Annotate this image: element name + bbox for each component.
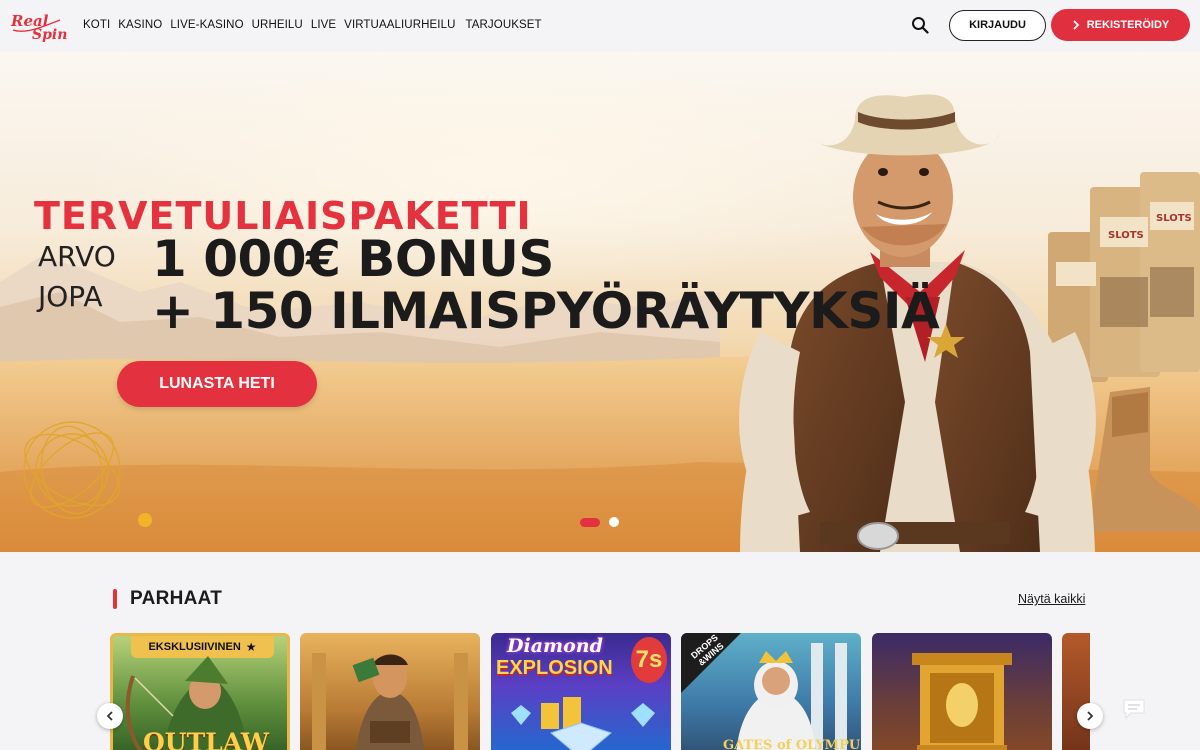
nav-tarjoukset[interactable]: TARJOUKSET bbox=[465, 19, 541, 31]
header-actions: KIRJAUDU REKISTERÖIDY bbox=[907, 9, 1190, 41]
chevron-right-icon bbox=[1073, 20, 1080, 30]
svg-text:Spin: Spin bbox=[32, 27, 67, 42]
nav-koti[interactable]: KOTI bbox=[83, 19, 110, 31]
game-art bbox=[912, 653, 1012, 750]
game-card[interactable]: Diamond EXPLOSION 7s bbox=[491, 633, 671, 750]
chevron-right-icon bbox=[1087, 711, 1094, 721]
carousel-dot[interactable] bbox=[609, 517, 619, 527]
hero-headline-2: + 150 ILMAISPYÖRÄYTYKSIÄ bbox=[152, 282, 940, 340]
nav-live[interactable]: LIVE bbox=[311, 19, 336, 31]
game-card[interactable] bbox=[300, 633, 480, 750]
nav-urheilu[interactable]: URHEILU bbox=[252, 19, 303, 31]
hero-banner[interactable]: SLOTS SLOTS TERVETULIAISPAKETTI ARVO JOP… bbox=[0, 52, 1200, 552]
main-nav: KOTI KASINO LIVE-KASINO URHEILU LIVE VIR… bbox=[83, 19, 542, 31]
game-card[interactable]: EKSKLUSIIVINEN ★ OUTLAW bbox=[110, 633, 290, 750]
game-title: OUTLAW bbox=[143, 728, 269, 750]
nav-virtuaaliurheilu[interactable]: VIRTUAALIURHEILU bbox=[344, 19, 455, 31]
hero-headline-1: 1 000€ BONUS bbox=[152, 230, 554, 288]
hero-pre-line-2: JOPA bbox=[38, 280, 103, 313]
game-card[interactable] bbox=[872, 633, 1052, 750]
register-label: REKISTERÖIDY bbox=[1086, 19, 1170, 31]
login-button[interactable]: KIRJAUDU bbox=[949, 9, 1046, 41]
svg-text:GATES of OLYMPUS: GATES of OLYMPUS bbox=[723, 738, 861, 750]
register-button[interactable]: REKISTERÖIDY bbox=[1051, 9, 1190, 41]
site-logo[interactable]: Real Spin bbox=[10, 8, 72, 42]
hero-pre-line-1: ARVO bbox=[38, 240, 116, 273]
search-icon[interactable] bbox=[907, 12, 933, 38]
carousel-dots bbox=[580, 517, 619, 527]
game-art bbox=[312, 653, 468, 750]
chat-icon[interactable] bbox=[1122, 698, 1146, 720]
game-card[interactable] bbox=[1062, 633, 1090, 750]
claim-button[interactable]: LUNASTA HETI bbox=[117, 361, 317, 407]
carousel-next-button[interactable] bbox=[1077, 703, 1103, 729]
site-header: Real Spin KOTI KASINO LIVE-KASINO URHEIL… bbox=[0, 0, 1200, 50]
game-art bbox=[511, 697, 655, 750]
show-all-link[interactable]: Näytä kaikki bbox=[1018, 592, 1085, 606]
game-card[interactable]: GATES of OLYMPUS DROPS &WINS bbox=[681, 633, 861, 750]
section-title: PARHAAT bbox=[130, 588, 223, 609]
svg-text:SLOTS: SLOTS bbox=[1108, 230, 1144, 241]
carousel-prev-button[interactable] bbox=[97, 703, 123, 729]
section-accent-bar bbox=[113, 589, 117, 609]
nav-kasino[interactable]: KASINO bbox=[118, 19, 162, 31]
svg-text:SLOTS: SLOTS bbox=[1156, 213, 1192, 224]
games-carousel: EKSKLUSIIVINEN ★ OUTLAW Diamond EXPLOSIO… bbox=[110, 633, 1090, 750]
carousel-dot-active[interactable] bbox=[580, 517, 600, 527]
section-heading: PARHAAT bbox=[113, 588, 222, 610]
nav-live-kasino[interactable]: LIVE-KASINO bbox=[170, 19, 243, 31]
chevron-left-icon bbox=[106, 711, 113, 721]
